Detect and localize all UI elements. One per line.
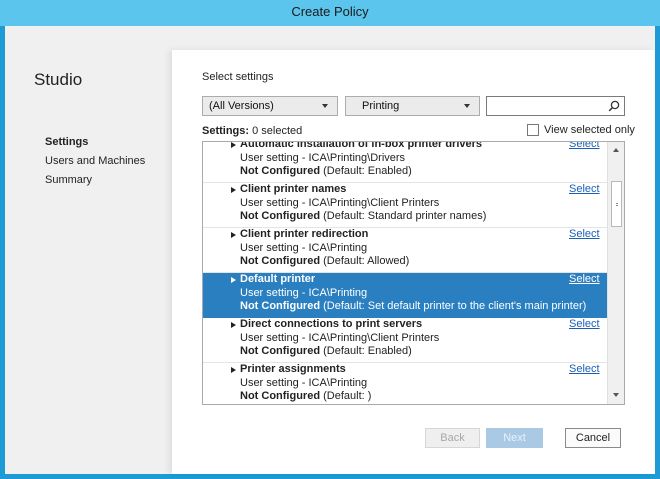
setting-default: (Default: Allowed)	[323, 255, 410, 267]
window-title-bar: Create Policy	[0, 0, 660, 26]
setting-state: Not Configured (Default: Enabled)	[240, 345, 412, 357]
next-button[interactable]: Next	[486, 428, 543, 448]
chevron-down-icon	[464, 104, 470, 108]
setting-path: User setting - ICA\Printing	[240, 242, 368, 254]
setting-state: Not Configured (Default: Enabled)	[240, 165, 412, 177]
window-title: Create Policy	[291, 4, 369, 19]
search-icon[interactable]	[608, 100, 620, 112]
setting-state-label: Not Configured	[240, 165, 321, 177]
settings-list: Automatic installation of in-box printer…	[202, 141, 625, 405]
setting-default: (Default: Set default printer to the cli…	[323, 300, 587, 312]
expand-arrow-icon[interactable]	[231, 187, 236, 193]
setting-name: Automatic installation of in-box printer…	[240, 141, 483, 150]
setting-default: (Default: )	[323, 390, 372, 402]
setting-path: User setting - ICA\Printing\Client Print…	[240, 197, 440, 209]
setting-path: User setting - ICA\Printing\Drivers	[240, 152, 406, 164]
wizard-nav: Settings Users and Machines Summary	[45, 136, 145, 193]
section-title: Select settings	[202, 71, 274, 83]
list-item[interactable]: Automatic installation of in-box printer…	[203, 141, 607, 183]
search-input[interactable]	[487, 97, 605, 115]
setting-state: Not Configured (Default: Standard printe…	[240, 210, 486, 222]
setting-state: Not Configured (Default: )	[240, 390, 371, 402]
setting-state-label: Not Configured	[240, 255, 321, 267]
wizard-frame: Studio Settings Users and Machines Summa…	[5, 26, 655, 474]
setting-state: Not Configured (Default: Set default pri…	[240, 300, 586, 312]
view-selected-only-toggle[interactable]: View selected only	[527, 124, 635, 136]
expand-arrow-icon[interactable]	[231, 142, 236, 148]
nav-item-summary[interactable]: Summary	[45, 174, 145, 186]
brand-title: Studio	[34, 70, 83, 89]
setting-state: Not Configured (Default: Allowed)	[240, 255, 409, 267]
cancel-button[interactable]: Cancel	[565, 428, 621, 448]
setting-path: User setting - ICA\Printing	[240, 377, 368, 389]
select-link[interactable]: Select	[569, 273, 600, 285]
settings-count-label: Settings:	[202, 125, 250, 137]
category-dropdown-value: Printing	[362, 100, 400, 112]
setting-name: Client printer redirection	[240, 228, 369, 240]
view-selected-only-label: View selected only	[544, 124, 635, 136]
chevron-down-icon	[322, 104, 328, 108]
list-item-selected[interactable]: Default printer User setting - ICA\Print…	[203, 273, 607, 318]
version-dropdown-value: (All Versions)	[209, 100, 274, 112]
nav-item-users-and-machines[interactable]: Users and Machines	[45, 155, 145, 167]
setting-state-label: Not Configured	[240, 345, 321, 357]
settings-panel: Select settings (All Versions) Printing …	[172, 50, 655, 474]
setting-name: Printer assignments	[240, 363, 346, 375]
setting-state-label: Not Configured	[240, 300, 321, 312]
expand-arrow-icon[interactable]	[231, 367, 236, 373]
list-item[interactable]: Client printer redirection User setting …	[203, 228, 607, 273]
select-link[interactable]: Select	[569, 142, 600, 150]
setting-name: Client printer names	[240, 183, 347, 195]
version-dropdown[interactable]: (All Versions)	[202, 96, 338, 116]
expand-arrow-icon[interactable]	[231, 277, 236, 283]
list-item[interactable]: Printer assignments User setting - ICA\P…	[203, 363, 607, 404]
search-box	[486, 96, 625, 116]
vertical-scrollbar[interactable]	[607, 142, 624, 404]
select-link[interactable]: Select	[569, 183, 600, 195]
select-link[interactable]: Select	[569, 363, 600, 375]
select-link[interactable]: Select	[569, 318, 600, 330]
list-item[interactable]: Direct connections to print servers User…	[203, 318, 607, 363]
setting-default: (Default: Standard printer names)	[323, 210, 487, 222]
back-button[interactable]: Back	[425, 428, 480, 448]
setting-name: Direct connections to print servers	[240, 318, 423, 330]
setting-path: User setting - ICA\Printing\Client Print…	[240, 332, 440, 344]
scroll-up-arrow-icon[interactable]	[613, 148, 619, 152]
list-item[interactable]: Client printer names User setting - ICA\…	[203, 183, 607, 228]
expand-arrow-icon[interactable]	[231, 232, 236, 238]
category-dropdown[interactable]: Printing	[345, 96, 480, 116]
settings-count: Settings: 0 selected	[202, 125, 302, 137]
setting-default: (Default: Enabled)	[323, 345, 412, 357]
setting-default: (Default: Enabled)	[323, 165, 412, 177]
grip-icon	[616, 203, 618, 206]
setting-name: Default printer	[240, 273, 316, 285]
settings-count-value: 0 selected	[252, 125, 303, 137]
setting-path: User setting - ICA\Printing	[240, 287, 368, 299]
wizard-left-pane: Studio Settings Users and Machines Summa…	[5, 26, 172, 474]
select-link[interactable]: Select	[569, 228, 600, 240]
expand-arrow-icon[interactable]	[231, 322, 236, 328]
view-selected-only-checkbox[interactable]	[527, 124, 539, 136]
setting-state-label: Not Configured	[240, 210, 321, 222]
scrollbar-thumb[interactable]	[611, 181, 622, 227]
setting-state-label: Not Configured	[240, 390, 321, 402]
nav-item-settings[interactable]: Settings	[45, 136, 145, 148]
scroll-down-arrow-icon[interactable]	[613, 393, 619, 397]
